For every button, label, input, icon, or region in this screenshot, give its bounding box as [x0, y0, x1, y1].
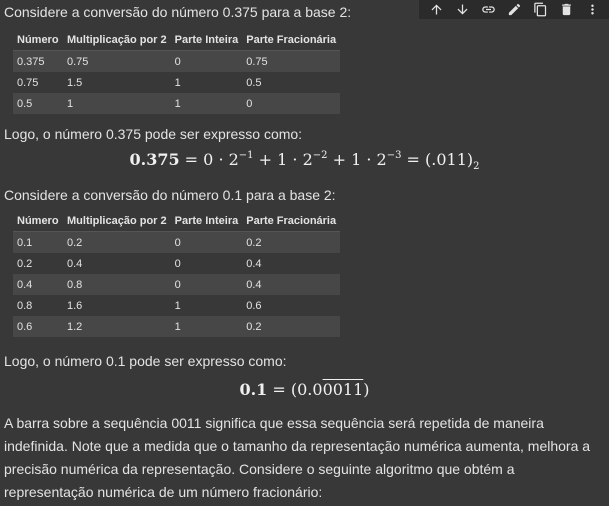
table-cell: 0.75: [242, 50, 341, 72]
table-cell: 1: [174, 299, 181, 312]
eq1-term1: 0 · 2: [203, 150, 239, 169]
edit-button[interactable]: [504, 0, 524, 19]
table-cell: 0.2: [242, 316, 341, 337]
eq2-prefix: (0.0: [290, 380, 323, 399]
copy-icon: [533, 2, 546, 17]
table-cell: 1.6: [67, 299, 83, 312]
table-cell: 1.2: [63, 316, 171, 337]
table-cell: 1: [170, 316, 243, 337]
table-cell: 0.5: [13, 93, 63, 114]
table-cell: 0.6: [246, 299, 262, 312]
table-row: 0.8 1.6 1 0.6: [13, 295, 340, 316]
header-parte-fracionaria: Parte Fracionária: [242, 210, 341, 232]
explanation-paragraph: A barra sobre a sequência 0011 significa…: [4, 415, 591, 500]
table-cell: 0.2: [63, 231, 171, 253]
logo-text-1: Logo, o número 0.375 pode ser expresso c…: [4, 126, 303, 142]
table-cell: 1: [63, 93, 171, 114]
pencil-icon: [508, 3, 520, 16]
table-cell: 0.2: [242, 231, 341, 253]
table-cell: 0.2: [17, 257, 33, 270]
table-cell: 1: [174, 76, 181, 89]
table-cell: 0.6: [13, 316, 63, 337]
table-cell: 0.75: [17, 76, 39, 89]
table-cell: 0: [170, 274, 243, 295]
table-cell: 0.4: [67, 257, 83, 270]
header-parte-fracionaria: Parte Fracionária: [242, 29, 341, 51]
header-parte-inteira: Parte Inteira: [170, 29, 243, 51]
eq1-exp1: −1: [238, 150, 254, 161]
arrow-down-icon: [457, 4, 467, 15]
table-row: 0.375 0.75 0 0.75: [13, 50, 341, 72]
trash-icon: [561, 3, 571, 16]
arrow-up-icon: [431, 4, 441, 15]
table-cell: 1: [170, 93, 243, 114]
eq1-exp3: −3: [386, 150, 402, 161]
table-cell: 0.8: [63, 274, 171, 295]
eq1-term3: 1 · 2: [351, 150, 387, 169]
equation-1: 0.375 = 0 · 2−1 + 1 · 2−2 + 1 · 2−3 = (.…: [129, 150, 480, 173]
table-row: 0.6 1.2 1 0.2: [13, 316, 341, 337]
copy-cell-button[interactable]: [530, 0, 550, 19]
table-row: 0.75 1.5 1 0.5: [13, 72, 340, 93]
table-row: 0.1 0.2 0 0.2: [13, 231, 341, 253]
table-cell: 0: [174, 257, 181, 270]
conversion-table-1: Número Multiplicação por 2 Parte Inteira…: [13, 29, 341, 114]
header-multiplicacao: Multiplicação por 2: [63, 210, 171, 232]
table-cell: 0.375: [13, 50, 63, 72]
header-multiplicacao: Multiplicação por 2: [63, 29, 171, 51]
table-cell: 0.4: [246, 257, 262, 270]
intro-text-1: Considere a conversão do número 0.375 pa…: [4, 4, 352, 20]
table-cell: 0.75: [63, 50, 171, 72]
equation-2: 0.1 = (0.00011): [239, 380, 370, 399]
intro-text-2: Considere a conversão do número 0.1 para…: [4, 187, 336, 203]
table-cell: 0: [170, 50, 243, 72]
table-row: 0.2 0.4 0 0.4: [13, 253, 340, 274]
move-up-button[interactable]: [426, 0, 446, 19]
table-cell: 1.5: [67, 76, 83, 89]
more-vert-icon: [590, 4, 594, 15]
header-numero: Número: [13, 29, 63, 51]
eq1-term2: 1 · 2: [277, 150, 313, 169]
header-numero: Número: [13, 210, 63, 232]
link-icon: [481, 6, 495, 13]
table-cell: 0.4: [13, 274, 63, 295]
eq2-suffix: ): [363, 380, 370, 399]
table-cell: 0.4: [242, 274, 341, 295]
eq1-rhs: (.011): [425, 150, 474, 169]
table-cell: 0.5: [246, 76, 262, 89]
eq2-repeat: 0011: [322, 380, 364, 399]
move-down-button[interactable]: [452, 0, 472, 19]
cell-toolbar: [419, 0, 609, 19]
header-parte-inteira: Parte Inteira: [170, 210, 243, 232]
table-row: 0.4 0.8 0 0.4: [13, 274, 341, 295]
delete-button[interactable]: [556, 0, 576, 19]
eq1-base: 2: [473, 161, 480, 173]
eq1-exp2: −2: [312, 150, 328, 161]
table-header-row: Número Multiplicação por 2 Parte Inteira…: [13, 29, 341, 51]
table-cell: 0.1: [13, 231, 63, 253]
conversion-table-2: Número Multiplicação por 2 Parte Inteira…: [13, 210, 341, 337]
more-options-button[interactable]: [582, 0, 602, 19]
table-header-row: Número Multiplicação por 2 Parte Inteira…: [13, 210, 341, 232]
eq2-lhs: 0.1: [239, 380, 268, 399]
link-button[interactable]: [478, 0, 498, 19]
table-row: 0.5 1 1 0: [13, 93, 341, 114]
eq1-lhs: 0.375: [129, 150, 180, 169]
logo-text-2: Logo, o número 0.1 pode ser expresso com…: [4, 353, 287, 369]
table-cell: 0: [242, 93, 341, 114]
table-cell: 0: [170, 231, 243, 253]
table-cell: 0.8: [17, 299, 33, 312]
